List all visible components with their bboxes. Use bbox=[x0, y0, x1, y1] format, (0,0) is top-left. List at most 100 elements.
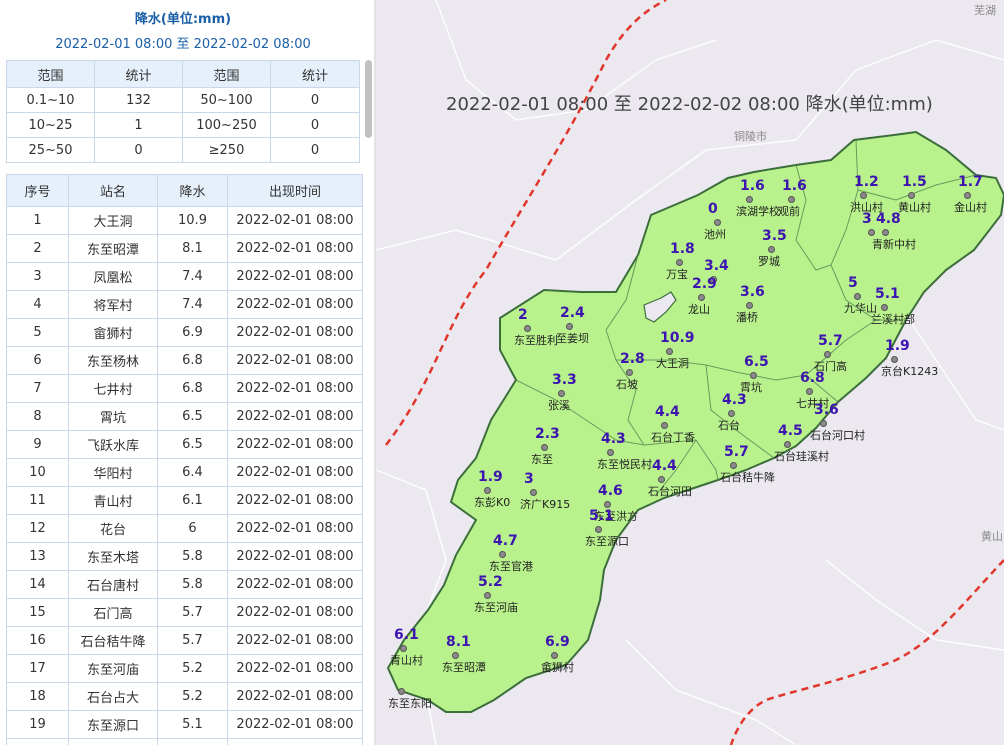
station-value: 2 bbox=[518, 307, 528, 323]
station-dot-icon bbox=[666, 348, 673, 355]
station-precip-cell: 6.4 bbox=[157, 458, 228, 487]
station-row[interactable]: 7 七井村 6.8 2022-02-01 08:00 bbox=[6, 374, 363, 403]
station-value: 1.6 bbox=[782, 178, 807, 194]
station-name-cell: 石台占大 bbox=[68, 682, 158, 711]
station-precip-cell: 5.8 bbox=[157, 570, 228, 599]
header-time[interactable]: 出现时间 bbox=[227, 174, 363, 207]
summary-header-range[interactable]: 范围 bbox=[6, 60, 95, 88]
station-value: 1.9 bbox=[478, 469, 503, 485]
station-row[interactable]: 5 畲狮村 6.9 2022-02-01 08:00 bbox=[6, 318, 363, 347]
station-value: 1.5 bbox=[902, 174, 927, 190]
station-dot-icon bbox=[551, 652, 558, 659]
station-time-cell: 2022-02-01 08:00 bbox=[227, 374, 363, 403]
map-view[interactable]: 2022-02-01 08:00 至 2022-02-02 08:00 降水(单… bbox=[376, 0, 1004, 745]
station-name-cell: 霄坑 bbox=[68, 402, 158, 431]
station-index-cell: 20 bbox=[6, 738, 69, 745]
station-dot-icon bbox=[484, 487, 491, 494]
station-name-cell bbox=[68, 738, 158, 745]
station-index-cell: 4 bbox=[6, 290, 69, 319]
station-name-cell: 华阳村 bbox=[68, 458, 158, 487]
station-value: 3.6 bbox=[740, 284, 765, 300]
station-dot-icon bbox=[868, 229, 875, 236]
summary-row[interactable]: 0.1~10 132 50~100 0 bbox=[6, 87, 360, 113]
station-dot-icon bbox=[484, 592, 491, 599]
station-name: 东至东阳 bbox=[388, 697, 432, 710]
station-time-cell: 2022-02-01 08:00 bbox=[227, 486, 363, 515]
station-row[interactable]: 8 霄坑 6.5 2022-02-01 08:00 bbox=[6, 402, 363, 431]
header-station-name[interactable]: 站名 bbox=[68, 174, 158, 207]
station-row[interactable]: 19 东至源口 5.1 2022-02-01 08:00 bbox=[6, 710, 363, 739]
station-precip-cell: 6.1 bbox=[157, 486, 228, 515]
station-value: 4.3 bbox=[722, 392, 747, 408]
station-row[interactable]: 17 东至河庙 5.2 2022-02-01 08:00 bbox=[6, 654, 363, 683]
station-row[interactable]: 2 东至昭潭 8.1 2022-02-01 08:00 bbox=[6, 234, 363, 263]
station-dot-icon bbox=[728, 410, 735, 417]
station-dot-icon bbox=[604, 501, 611, 508]
station-precip-cell: 5.7 bbox=[157, 626, 228, 655]
station-row[interactable]: 16 石台秸牛降 5.7 2022-02-01 08:00 bbox=[6, 626, 363, 655]
map-label-wuhu: 芜湖 bbox=[974, 4, 996, 17]
station-index-cell: 18 bbox=[6, 682, 69, 711]
scrollbar-thumb[interactable] bbox=[365, 60, 372, 138]
header-precipitation[interactable]: 降水 bbox=[157, 174, 228, 207]
station-dot-icon bbox=[746, 302, 753, 309]
summary-row[interactable]: 25~50 0 ≥250 0 bbox=[6, 137, 360, 163]
station-name: 滨湖学校 bbox=[736, 205, 780, 218]
station-index-cell: 8 bbox=[6, 402, 69, 431]
station-row[interactable]: 12 花台 6 2022-02-01 08:00 bbox=[6, 514, 363, 543]
station-row[interactable]: 14 石台唐村 5.8 2022-02-01 08:00 bbox=[6, 570, 363, 599]
station-time-cell bbox=[227, 738, 363, 745]
station-dot-icon bbox=[558, 390, 565, 397]
station-name-cell: 大王洞 bbox=[68, 206, 158, 235]
summary-header-count[interactable]: 统计 bbox=[94, 60, 183, 88]
station-row[interactable]: 13 东至木塔 5.8 2022-02-01 08:00 bbox=[6, 542, 363, 571]
chizhou-region[interactable] bbox=[386, 130, 1004, 713]
station-row[interactable]: 11 青山村 6.1 2022-02-01 08:00 bbox=[6, 486, 363, 515]
station-precip-cell: 6.5 bbox=[157, 430, 228, 459]
station-name: 济广K915 bbox=[520, 498, 571, 511]
station-dot-icon bbox=[860, 192, 867, 199]
summary-header-count[interactable]: 统计 bbox=[270, 60, 360, 88]
station-row[interactable]: 6 东至杨林 6.8 2022-02-01 08:00 bbox=[6, 346, 363, 375]
station-precip-cell: 7.4 bbox=[157, 290, 228, 319]
station-row[interactable]: 1 大王洞 10.9 2022-02-01 08:00 bbox=[6, 206, 363, 235]
station-value: 5 bbox=[848, 275, 858, 291]
station-name-cell: 飞跃水库 bbox=[68, 430, 158, 459]
station-time-cell: 2022-02-01 08:00 bbox=[227, 234, 363, 263]
station-value: 5.7 bbox=[818, 333, 843, 349]
station-value: 4.4 bbox=[655, 404, 680, 420]
station-row[interactable]: 15 石门高 5.7 2022-02-01 08:00 bbox=[6, 598, 363, 627]
header-index[interactable]: 序号 bbox=[6, 174, 69, 207]
station-value: 1.9 bbox=[885, 338, 910, 354]
summary-row[interactable]: 10~25 1 100~250 0 bbox=[6, 112, 360, 138]
station-dot-icon bbox=[452, 652, 459, 659]
station-dot-icon bbox=[881, 304, 888, 311]
station-row[interactable]: 4 将军村 7.4 2022-02-01 08:00 bbox=[6, 290, 363, 319]
station-index-cell: 15 bbox=[6, 598, 69, 627]
summary-header-range[interactable]: 范围 bbox=[182, 60, 271, 88]
station-name: 青山村 bbox=[390, 654, 423, 667]
station-row[interactable]: 18 石台占大 5.2 2022-02-01 08:00 bbox=[6, 682, 363, 711]
station-dot-icon bbox=[499, 551, 506, 558]
station-dot-icon bbox=[730, 462, 737, 469]
station-index-cell: 10 bbox=[6, 458, 69, 487]
station-time-cell: 2022-02-01 08:00 bbox=[227, 710, 363, 739]
station-name-cell: 东至河庙 bbox=[68, 654, 158, 683]
station-header-row: 序号 站名 降水 出现时间 bbox=[6, 174, 363, 207]
station-time-cell: 2022-02-01 08:00 bbox=[227, 514, 363, 543]
station-value: 1.6 bbox=[740, 178, 765, 194]
station-row[interactable]: 10 华阳村 6.4 2022-02-01 08:00 bbox=[6, 458, 363, 487]
station-name: 石台 bbox=[718, 419, 740, 432]
station-value: 6.8 bbox=[800, 370, 825, 386]
station-name: 石台丁香 bbox=[651, 431, 695, 444]
panel-title: 降水(单位:mm) bbox=[134, 12, 232, 27]
station-time-cell: 2022-02-01 08:00 bbox=[227, 682, 363, 711]
station-dot-icon bbox=[566, 323, 573, 330]
station-row[interactable]: 3 凤凰松 7.4 2022-02-01 08:00 bbox=[6, 262, 363, 291]
station-row[interactable]: 20 bbox=[6, 738, 363, 745]
station-time-cell: 2022-02-01 08:00 bbox=[227, 458, 363, 487]
station-value: 5.2 bbox=[478, 574, 503, 590]
station-name: 大王洞 bbox=[656, 357, 689, 370]
station-row[interactable]: 9 飞跃水库 6.5 2022-02-01 08:00 bbox=[6, 430, 363, 459]
station-time-cell: 2022-02-01 08:00 bbox=[227, 346, 363, 375]
